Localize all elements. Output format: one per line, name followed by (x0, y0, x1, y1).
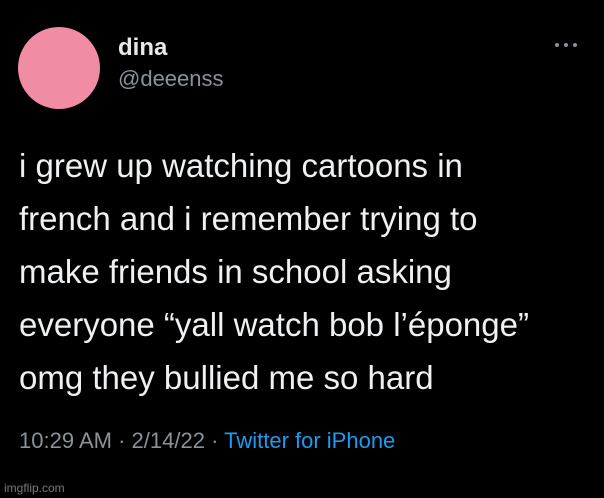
watermark: imgflip.com (4, 481, 65, 495)
tweet-time[interactable]: 10:29 AM (19, 428, 112, 453)
meta-separator: · (118, 428, 132, 453)
tweet-date[interactable]: 2/14/22 (132, 428, 205, 453)
tweet-source-link[interactable]: Twitter for iPhone (224, 428, 395, 453)
tweet-meta: 10:29 AM · 2/14/22 · Twitter for iPhone (19, 427, 395, 455)
tweet-card: dina @deeenss i grew up watching cartoon… (0, 0, 604, 498)
more-dot (564, 43, 568, 47)
avatar[interactable] (18, 27, 100, 109)
tweet-text-line: omg they bullied me so hard (19, 359, 434, 396)
tweet-text: i grew up watching cartoons in french an… (19, 139, 589, 404)
meta-separator: · (211, 428, 225, 453)
more-horizontal-icon[interactable] (555, 40, 577, 50)
more-dot (555, 43, 559, 47)
tweet-text-line: i grew up watching cartoons in (19, 147, 463, 184)
tweet-text-line: everyone “yall watch bob l’éponge” (19, 306, 529, 343)
more-dot (573, 43, 577, 47)
display-name[interactable]: dina (118, 34, 167, 62)
tweet-text-line: make friends in school asking (19, 253, 452, 290)
user-handle[interactable]: @deeenss (118, 66, 224, 92)
tweet-text-line: french and i remember trying to (19, 200, 478, 237)
